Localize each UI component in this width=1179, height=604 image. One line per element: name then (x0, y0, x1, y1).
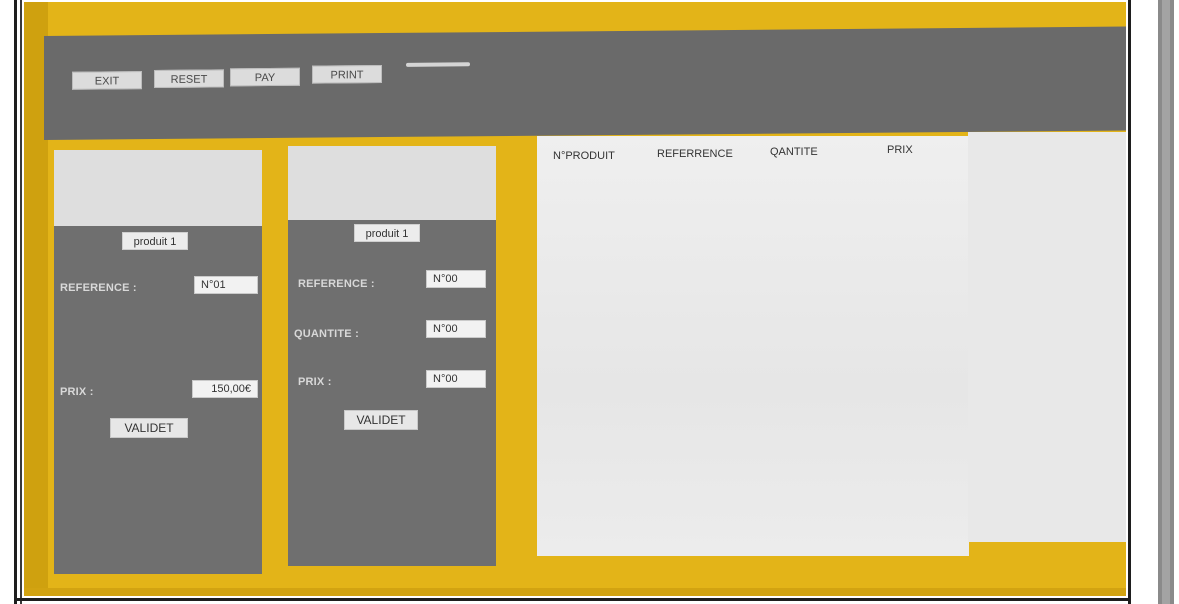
prix-label: PRIX : (60, 386, 94, 398)
right-side-panel (968, 132, 1126, 542)
product-card-2: produit 1 REFERENCE : N°00 QUANTITE : N°… (288, 146, 496, 566)
reset-button[interactable]: RESET (154, 69, 224, 89)
column-header-reference: REFERRENCE (657, 148, 733, 160)
top-toolbar: EXIT RESET PAY PRINT (44, 26, 1126, 141)
product-title: produit 1 (354, 224, 420, 242)
window-frame-right (1128, 0, 1131, 604)
exit-button[interactable]: EXIT (72, 71, 142, 90)
reference-field[interactable]: N°01 (194, 276, 258, 294)
product-image-placeholder (54, 150, 262, 226)
order-table: N°PRODUIT REFERRENCE QANTITE PRIX (537, 136, 969, 556)
window-frame-left-inner (20, 0, 22, 604)
reference-field[interactable]: N°00 (426, 270, 486, 288)
column-header-quantite: QANTITE (770, 146, 818, 158)
column-header-prix: PRIX (887, 144, 913, 156)
product-card-1: produit 1 REFERENCE : N°01 PRIX : 150,00… (54, 150, 262, 574)
toolbar-indicator-line (406, 62, 470, 67)
print-button[interactable]: PRINT (312, 65, 382, 84)
prix-field[interactable]: 150,00€ (192, 380, 258, 398)
prix-label: PRIX : (298, 376, 332, 388)
reference-label: REFERENCE : (60, 282, 137, 294)
reference-label: REFERENCE : (298, 278, 375, 290)
product-image-placeholder (288, 146, 496, 220)
prix-field[interactable]: N°00 (426, 370, 486, 388)
pay-button[interactable]: PAY (230, 67, 300, 87)
window-frame-bottom (14, 598, 1131, 601)
side-scrollbar-thumb[interactable] (1162, 0, 1170, 604)
validet-button[interactable]: VALIDET (344, 410, 418, 430)
quantite-field[interactable]: N°00 (426, 320, 486, 338)
product-title: produit 1 (122, 232, 188, 250)
validet-button[interactable]: VALIDET (110, 418, 188, 438)
app-screen: EXIT RESET PAY PRINT produit 1 REFERENCE… (24, 2, 1126, 596)
column-header-produit: N°PRODUIT (553, 150, 615, 162)
window-frame-left (14, 0, 17, 604)
bottom-strip (24, 588, 1126, 596)
quantite-label: QUANTITE : (294, 328, 359, 340)
